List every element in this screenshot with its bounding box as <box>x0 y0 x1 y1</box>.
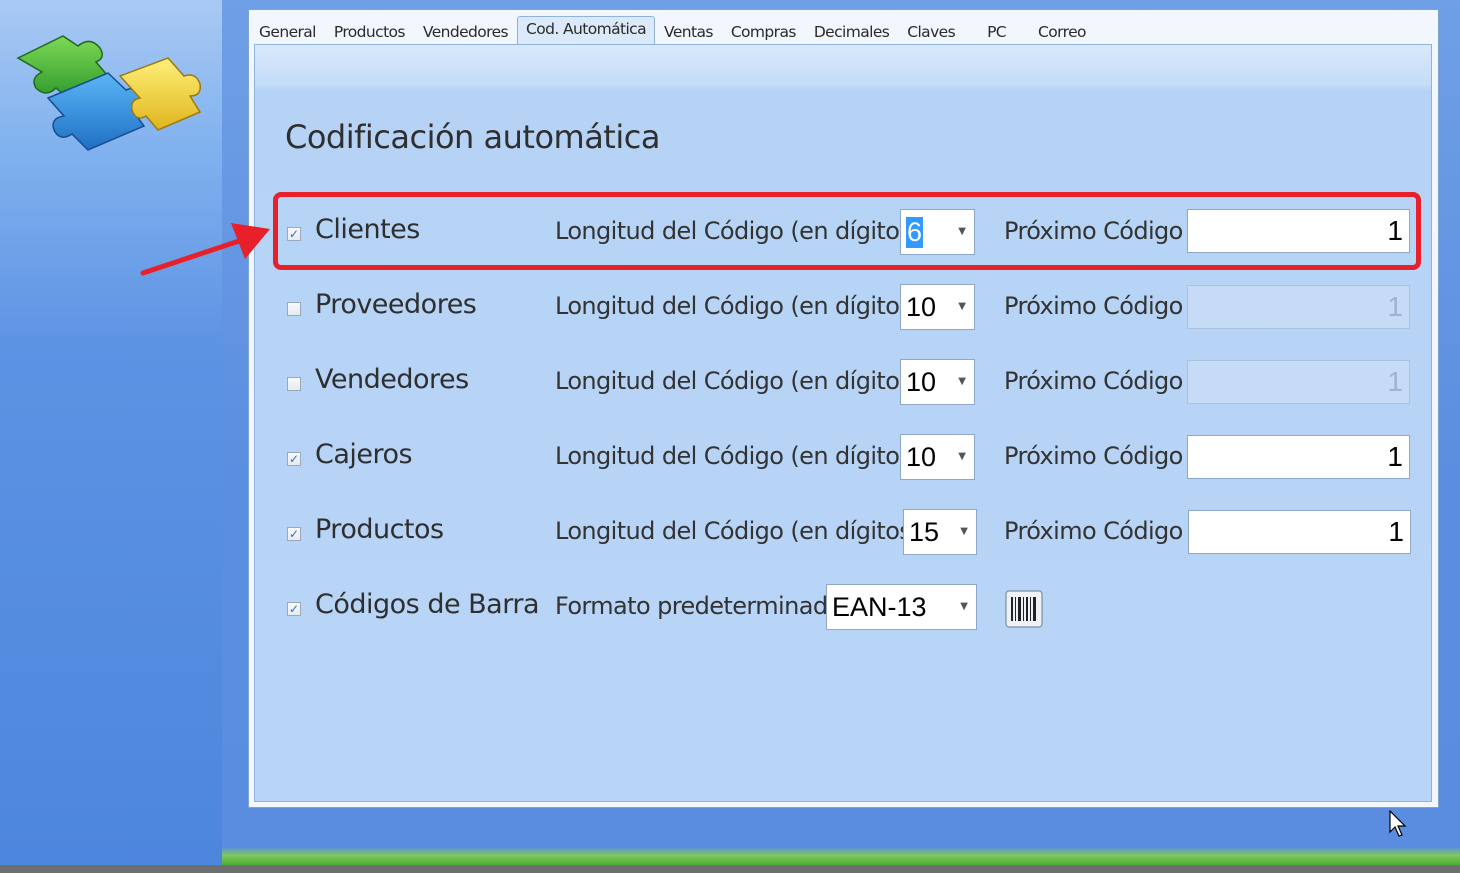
left-pane <box>0 0 222 865</box>
productos-checkbox[interactable]: ✓ <box>287 527 301 541</box>
barcode-checkbox[interactable]: ✓ <box>287 602 301 616</box>
barcode-icon[interactable] <box>1004 588 1044 630</box>
productos-length-label: Longitud del Código (en dígitos) <box>555 517 921 545</box>
cajeros-checkbox[interactable]: ✓ <box>287 452 301 466</box>
tab-ventas[interactable]: Ventas <box>655 23 722 44</box>
proveedores-label: Proveedores <box>315 289 477 320</box>
mouse-cursor-icon <box>1389 810 1407 837</box>
proveedores-next-code-input: 1 <box>1187 285 1410 329</box>
vendedores-next-label: Próximo Código <box>1004 367 1183 395</box>
productos-next-code-input[interactable]: 1 <box>1188 510 1411 554</box>
chevron-down-icon: ▼ <box>958 376 966 387</box>
productos-length-value: 15 <box>909 517 940 547</box>
barcode-format-value: EAN-13 <box>832 592 927 622</box>
vendedores-length-value: 10 <box>906 367 937 397</box>
annotation-arrow-icon <box>140 223 270 276</box>
tab-productos[interactable]: Productos <box>325 23 414 44</box>
vendedores-length-label: Longitud del Código (en dígitos) <box>555 367 921 395</box>
productos-length-combo[interactable]: 15 ▼ <box>903 509 977 555</box>
grass-decoration <box>222 847 1460 865</box>
tab-decimales[interactable]: Decimales <box>805 23 898 44</box>
proveedores-checkbox[interactable] <box>287 302 301 316</box>
cajeros-label: Cajeros <box>315 439 413 470</box>
cajeros-length-label: Longitud del Código (en dígitos) <box>555 442 921 470</box>
cajeros-length-value: 10 <box>906 442 937 472</box>
tab-panel <box>254 44 1432 802</box>
tab-vendedores[interactable]: Vendedores <box>414 23 517 44</box>
proveedores-next-label: Próximo Código <box>1004 292 1183 320</box>
barcode-format-label: Formato predeterminado <box>555 592 842 620</box>
tab-strip: General Productos Vendedores Cod. Automá… <box>250 12 1436 45</box>
tab-compras[interactable]: Compras <box>722 23 805 44</box>
proveedores-length-combo[interactable]: 10 ▼ <box>900 284 975 330</box>
tab-correo[interactable]: Correo <box>1029 23 1095 44</box>
barcode-format-combo[interactable]: EAN-13 ▼ <box>826 584 977 630</box>
vendedores-label: Vendedores <box>315 364 469 395</box>
puzzle-logo-icon <box>16 35 202 151</box>
tab-cod-automatica[interactable]: Cod. Automática <box>517 16 656 45</box>
proveedores-length-label: Longitud del Código (en dígitos) <box>555 292 921 320</box>
chevron-down-icon: ▼ <box>960 526 968 537</box>
cajeros-next-code-input[interactable]: 1 <box>1187 435 1410 479</box>
cajeros-next-label: Próximo Código <box>1004 442 1183 470</box>
tab-claves[interactable]: Claves <box>898 23 964 44</box>
productos-label: Productos <box>315 514 444 545</box>
proveedores-length-value: 10 <box>906 292 937 322</box>
bottom-bar <box>0 865 1460 873</box>
chevron-down-icon: ▼ <box>958 301 966 312</box>
cajeros-length-combo[interactable]: 10 ▼ <box>900 434 975 480</box>
vendedores-length-combo[interactable]: 10 ▼ <box>900 359 975 405</box>
chevron-down-icon: ▼ <box>960 601 968 612</box>
productos-next-label: Próximo Código <box>1004 517 1183 545</box>
vendedores-checkbox[interactable] <box>287 377 301 391</box>
tab-general[interactable]: General <box>250 23 325 44</box>
section-title: Codificación automática <box>285 118 660 156</box>
highlight-box <box>273 192 1421 270</box>
barcode-label: Códigos de Barra <box>315 589 540 620</box>
chevron-down-icon: ▼ <box>958 451 966 462</box>
vendedores-next-code-input: 1 <box>1187 360 1410 404</box>
tab-pc[interactable]: PC <box>978 23 1015 44</box>
